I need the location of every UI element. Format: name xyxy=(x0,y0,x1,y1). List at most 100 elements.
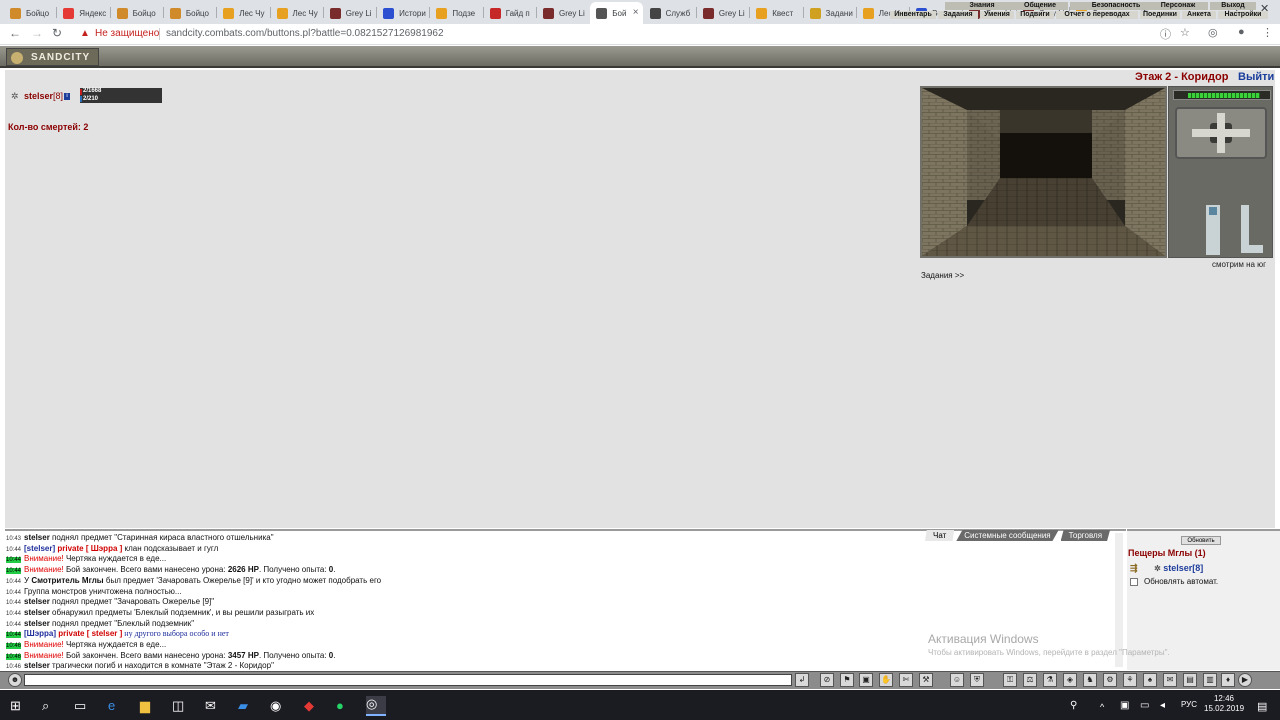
store-icon[interactable]: ◫ xyxy=(172,698,184,714)
toolbar-action-icon[interactable]: ▤ xyxy=(1183,673,1197,687)
menu-bottom-item[interactable]: Отчет о переводах xyxy=(1056,11,1138,19)
tray-chevron-icon[interactable]: ^ xyxy=(1100,702,1104,712)
toolbar-action-icon[interactable]: ✉ xyxy=(1163,673,1177,687)
menu-bottom-item[interactable]: Задания xyxy=(938,11,978,19)
browser-tab[interactable]: Яндекс xyxy=(57,2,109,24)
chat-name[interactable]: Смотритель Мглы xyxy=(31,576,103,585)
windows-start-icon[interactable]: ⊞ xyxy=(10,698,21,714)
clock[interactable]: 12:46 15.02.2019 xyxy=(1204,694,1244,714)
toolbar-action-icon[interactable]: ⊘ xyxy=(820,673,834,687)
chat-name[interactable]: stelser xyxy=(24,619,50,628)
menu-bottom-item[interactable]: Инвентарь xyxy=(890,11,936,19)
chat-sender[interactable]: [stelser] xyxy=(24,544,55,553)
app-icon[interactable]: ▰ xyxy=(238,698,248,714)
toolbar-action-icon[interactable]: ◈ xyxy=(1063,673,1077,687)
toolbar-action-icon[interactable]: ▣ xyxy=(859,673,873,687)
chat-tab[interactable]: Торговля xyxy=(1060,530,1111,541)
notifications-icon[interactable]: ▤ xyxy=(1257,700,1267,713)
toolbar-action-icon[interactable]: ☺ xyxy=(950,673,964,687)
browser-tab[interactable]: Бойцо xyxy=(164,2,216,24)
location-player[interactable]: ⇶ ✲ stelser[8] xyxy=(1130,563,1203,574)
chat-private-tag[interactable]: private [ stelser ] xyxy=(58,629,122,638)
toolbar-action-icon[interactable]: ♞ xyxy=(1083,673,1097,687)
menu-bottom-item[interactable]: Подвиги xyxy=(1016,11,1054,19)
toolbar-action-icon[interactable]: ▥ xyxy=(1203,673,1217,687)
back-arrow-icon[interactable]: ← xyxy=(9,26,21,40)
chat-name[interactable]: stelser xyxy=(24,597,50,606)
player-name[interactable]: stelser xyxy=(24,91,53,101)
menu-top-item[interactable]: Персонаж xyxy=(1148,2,1208,10)
menu-top-item[interactable]: Выход xyxy=(1210,2,1256,10)
mail-icon[interactable]: ✉ xyxy=(205,698,216,714)
auto-update-checkbox[interactable] xyxy=(1130,577,1138,586)
toolbar-action-icon[interactable]: ⚙ xyxy=(1103,673,1117,687)
menu-dots-icon[interactable]: ⋮ xyxy=(1262,26,1273,39)
chat-name[interactable]: stelser xyxy=(24,661,50,670)
whatsapp-icon[interactable]: ● xyxy=(336,698,344,713)
chrome-icon[interactable]: ◎ xyxy=(366,696,386,716)
browser-tab[interactable]: Задани xyxy=(804,2,856,24)
steam-icon[interactable]: ◉ xyxy=(270,698,281,714)
volume-icon[interactable]: ◂ xyxy=(1160,700,1165,711)
chat-tab[interactable]: Системные сообщения xyxy=(956,530,1059,541)
exit-link[interactable]: Выйти xyxy=(1238,71,1274,83)
auto-update-option[interactable]: Обновлять автомат. xyxy=(1130,577,1218,586)
chat-input[interactable] xyxy=(24,674,792,686)
play-icon[interactable]: ▶ xyxy=(1238,673,1252,687)
close-tab-icon[interactable]: × xyxy=(633,7,639,18)
extension-icon[interactable]: ◎ xyxy=(1208,26,1218,39)
menu-top-item[interactable]: Знания xyxy=(945,2,1019,10)
people-icon[interactable]: ⚲ xyxy=(1070,700,1077,711)
browser-tab[interactable]: Grey Li xyxy=(537,2,589,24)
chat-name[interactable]: stelser xyxy=(24,608,50,617)
toolbar-action-icon[interactable]: ⚖ xyxy=(1023,673,1037,687)
toolbar-action-icon[interactable]: ⚗ xyxy=(1043,673,1057,687)
url-field[interactable]: sandcity.combats.com/buttons.pl?battle=0… xyxy=(166,28,444,39)
toolbar-action-icon[interactable]: ⚑ xyxy=(840,673,854,687)
tray-app-icon[interactable]: ▣ xyxy=(1120,700,1129,711)
chat-sender[interactable]: [Шэрра] xyxy=(24,629,56,638)
toolbar-action-icon[interactable]: ⚘ xyxy=(1123,673,1137,687)
browser-tab[interactable]: Подзе xyxy=(430,2,482,24)
toolbar-action-icon[interactable]: ⚿ xyxy=(1003,673,1017,687)
chat-private-tag[interactable]: private [ Шэрра ] xyxy=(57,544,122,553)
file-explorer-icon[interactable]: ▆ xyxy=(140,698,150,714)
browser-tab[interactable]: Бой × xyxy=(590,2,643,24)
menu-bottom-item[interactable]: Поединки xyxy=(1140,11,1180,19)
toolbar-action-icon[interactable]: ⛨ xyxy=(970,673,984,687)
network-icon[interactable]: ▭ xyxy=(1140,700,1149,711)
browser-tab[interactable]: Grey Li xyxy=(697,2,749,24)
forward-arrow-icon[interactable]: → xyxy=(31,26,43,40)
search-icon[interactable]: ⌕ xyxy=(42,698,49,714)
language-indicator[interactable]: РУС xyxy=(1181,700,1197,709)
not-secure-label[interactable]: Не защищено xyxy=(95,28,159,39)
edge-icon[interactable]: e xyxy=(108,698,115,713)
player-info-icon[interactable]: i xyxy=(64,92,71,100)
browser-tab[interactable]: Grey Li xyxy=(324,2,376,24)
quests-link[interactable]: Задания >> xyxy=(921,271,964,280)
reload-icon[interactable]: ↻ xyxy=(52,26,62,40)
direction-pad[interactable] xyxy=(1175,107,1267,159)
smiley-icon[interactable]: ☻ xyxy=(8,673,22,687)
browser-tab[interactable]: Служб xyxy=(644,2,696,24)
toolbar-action-icon[interactable]: ↲ xyxy=(795,673,809,687)
browser-tab[interactable]: Лес Чу xyxy=(271,2,323,24)
bookmark-star-icon[interactable]: ☆ xyxy=(1180,26,1190,39)
browser-tab[interactable]: Бойцо xyxy=(4,2,56,24)
menu-bottom-item[interactable]: Умения xyxy=(980,11,1014,19)
attack-icon[interactable]: ⇶ xyxy=(1130,563,1138,573)
location-player-name[interactable]: stelser[8] xyxy=(1163,563,1203,573)
toolbar-action-icon[interactable]: ✋ xyxy=(879,673,893,687)
browser-tab[interactable]: Квест xyxy=(750,2,802,24)
menu-bottom-item[interactable]: Анкета xyxy=(1182,11,1216,19)
task-view-icon[interactable]: ▭ xyxy=(74,698,86,714)
browser-tab[interactable]: Бойцо xyxy=(111,2,163,24)
app-red-icon[interactable]: ◆ xyxy=(304,698,314,714)
chat-scrollbar[interactable] xyxy=(1115,533,1123,667)
refresh-button[interactable]: Обновить xyxy=(1181,536,1221,545)
browser-tab[interactable]: Истори xyxy=(377,2,429,24)
chat-name[interactable]: stelser xyxy=(24,533,50,542)
browser-tab[interactable]: Гайд п xyxy=(484,2,536,24)
toolbar-action-icon[interactable]: ♦ xyxy=(1221,673,1235,687)
toolbar-action-icon[interactable]: ♠ xyxy=(1143,673,1157,687)
